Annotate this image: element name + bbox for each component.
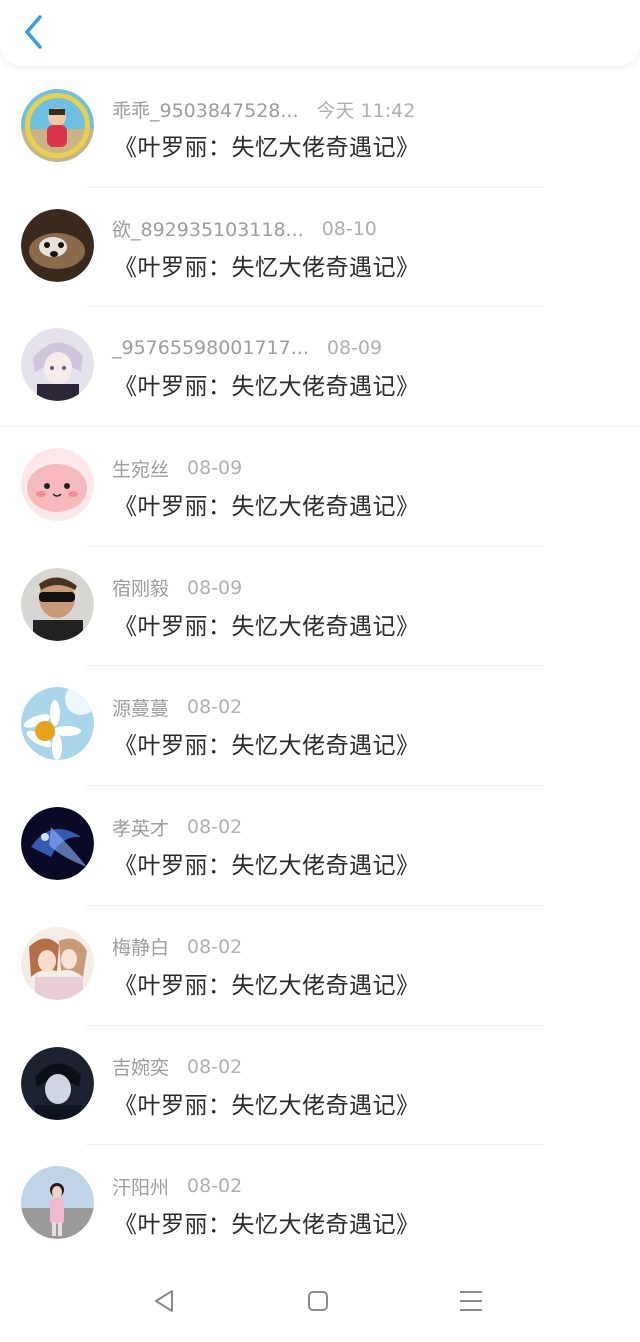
top-bar [0,0,640,66]
user-name: 汗阳州 [112,1176,170,1199]
list-item[interactable]: 生宛丝 08-09 《叶罗丽：失忆大佬奇遇记》 [0,427,640,547]
list-item[interactable]: 欲_892935103118... 08-10 《叶罗丽：失忆大佬奇遇记》 [0,188,640,308]
avatar [21,926,94,1000]
book-title: 《叶罗丽：失忆大佬奇遇记》 [114,853,420,880]
user-name: 源蔓蔓 [112,697,170,720]
list-item[interactable]: _95765598001717... 08-09 《叶罗丽：失忆大佬奇遇记》 [0,307,640,428]
user-name: 孝英才 [112,817,170,840]
user-name: 乖乖_9503847528... [112,99,299,122]
item-meta: 源蔓蔓 08-02 [112,694,242,720]
timestamp: 08-02 [187,816,243,839]
chevron-left-icon [25,15,42,49]
avatar [21,208,94,282]
user-name: 欲_892935103118... [112,219,304,242]
system-navigation-bar [0,1264,640,1342]
timestamp: 08-09 [187,457,243,480]
timestamp: 08-02 [187,1055,243,1078]
timestamp: 08-02 [187,935,243,958]
timestamp: 08-02 [187,1175,243,1198]
menu-lines-icon [460,1291,482,1311]
user-name: _95765598001717... [112,337,309,360]
timestamp: 08-09 [326,337,383,360]
item-meta: 宿刚毅 08-09 [112,575,242,601]
item-meta: _95765598001717... 08-09 [112,335,382,361]
timestamp: 08-02 [187,696,243,719]
list-item[interactable]: 吉婉奕 08-02 《叶罗丽：失忆大佬奇遇记》 [0,1026,640,1146]
item-meta: 欲_892935103118... 08-10 [112,216,377,242]
list-item[interactable]: 梅静白 08-02 《叶罗丽：失忆大佬奇遇记》 [0,906,640,1026]
book-title: 《叶罗丽：失忆大佬奇遇记》 [114,733,420,760]
book-title: 《叶罗丽：失忆大佬奇遇记》 [114,1212,420,1239]
back-button[interactable] [16,12,52,52]
nav-back-button[interactable] [140,1276,190,1326]
user-name: 生宛丝 [112,458,170,481]
item-meta: 乖乖_9503847528... 今天 11:42 [112,96,415,122]
triangle-back-icon [155,1290,173,1312]
item-meta: 吉婉奕 08-02 [112,1054,242,1080]
list-item[interactable]: 汗阳州 08-02 《叶罗丽：失忆大佬奇遇记》 [0,1145,640,1265]
item-meta: 梅静白 08-02 [112,934,242,960]
timestamp: 今天 11:42 [316,99,416,122]
timestamp: 08-10 [321,217,377,240]
list-item[interactable]: 源蔓蔓 08-02 《叶罗丽：失忆大佬奇遇记》 [0,666,640,787]
list-item[interactable]: 宿刚毅 08-09 《叶罗丽：失忆大佬奇遇记》 [0,547,640,667]
avatar [21,807,94,881]
item-meta: 孝英才 08-02 [112,814,242,840]
avatar [21,89,94,162]
avatar [21,567,94,641]
square-home-icon [308,1291,328,1311]
book-title: 《叶罗丽：失忆大佬奇遇记》 [114,613,420,640]
item-meta: 生宛丝 08-09 [112,455,242,481]
list-item[interactable]: 乖乖_9503847528... 今天 11:42 《叶罗丽：失忆大佬奇遇记》 [0,68,640,188]
book-title: 《叶罗丽：失忆大佬奇遇记》 [114,1092,420,1119]
avatar [21,687,94,761]
book-title: 《叶罗丽：失忆大佬奇遇记》 [114,374,420,401]
book-title: 《叶罗丽：失忆大佬奇遇记》 [114,254,420,281]
user-name: 吉婉奕 [112,1057,170,1079]
list-item[interactable]: 孝英才 08-02 《叶罗丽：失忆大佬奇遇记》 [0,786,640,906]
book-title: 《叶罗丽：失忆大佬奇遇记》 [114,494,420,521]
book-title: 《叶罗丽：失忆大佬奇遇记》 [114,972,420,999]
user-name: 宿刚毅 [112,578,170,601]
avatar [21,1166,94,1240]
avatar [21,1046,94,1120]
nav-menu-button[interactable] [446,1276,496,1326]
book-title: 《叶罗丽：失忆大佬奇遇记》 [114,135,420,161]
nav-home-button[interactable] [293,1276,343,1326]
timestamp: 08-09 [187,576,243,599]
item-meta: 汗阳州 08-02 [112,1173,242,1199]
avatar [21,448,94,522]
avatar [21,328,94,402]
user-list: 乖乖_9503847528... 今天 11:42 《叶罗丽：失忆大佬奇遇记》 … [0,68,640,1265]
user-name: 梅静白 [112,937,170,960]
